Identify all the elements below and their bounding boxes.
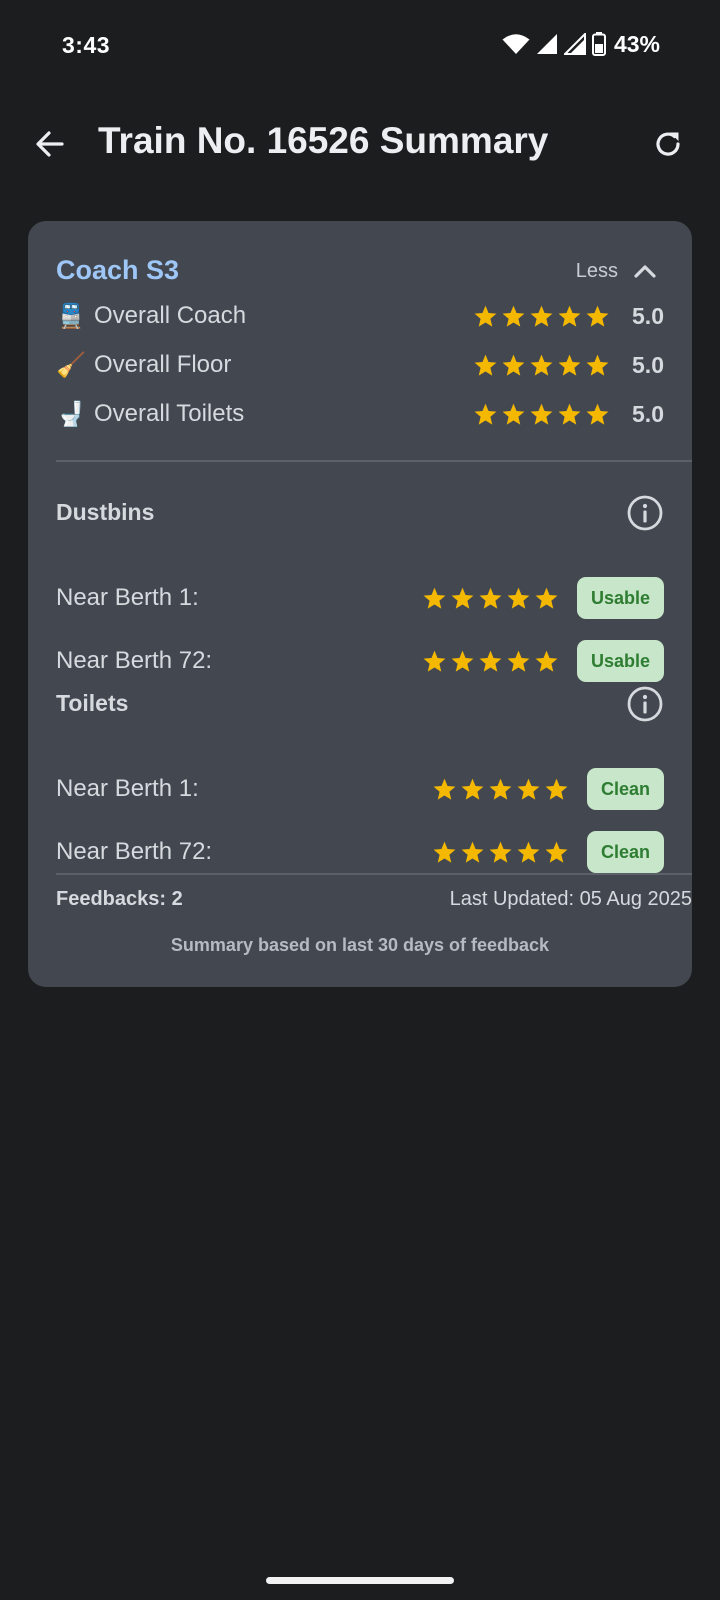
star-icon	[545, 778, 568, 800]
footer-divider	[56, 873, 692, 875]
toilets-title: Toilets	[56, 690, 129, 716]
footer-row: Feedbacks: 2 Last Updated: 05 Aug 2025	[56, 888, 692, 911]
star-rating	[432, 840, 569, 865]
status-icons: 43%	[502, 30, 660, 58]
star-rating	[473, 402, 610, 427]
broom-icon: 🧹	[56, 351, 86, 379]
berth-label: Near Berth 1:	[56, 775, 199, 802]
chevron-up-icon	[634, 265, 656, 278]
toilet-row: Near Berth 72: Clean	[56, 830, 692, 874]
star-rating	[473, 353, 610, 378]
refresh-icon	[656, 132, 680, 156]
overall-floor-row: 🧹 Overall Floor 5.0	[56, 347, 692, 383]
overall-label: Overall Toilets	[94, 400, 245, 427]
star-icon	[433, 778, 456, 800]
status-badge: Clean	[586, 831, 664, 873]
battery-percent: 43%	[613, 30, 660, 57]
star-icon	[474, 305, 497, 327]
star-icon	[474, 354, 497, 376]
signal-icon	[536, 34, 557, 54]
coach-title: Coach S3	[56, 255, 180, 285]
star-icon	[502, 305, 525, 327]
coach-summary-card: Coach S3 Less 🚆 Overall Coach 5.0 🧹 Over…	[28, 221, 692, 987]
dustbins-title: Dustbins	[56, 499, 155, 525]
star-icon	[474, 403, 497, 425]
signal-icon	[563, 33, 586, 55]
star-rating	[473, 304, 610, 329]
star-icon	[479, 587, 502, 609]
star-icon	[530, 305, 553, 327]
summary-note: Summary based on last 30 days of feedbac…	[170, 935, 550, 955]
star-rating	[432, 777, 569, 802]
refresh-button[interactable]	[646, 122, 690, 166]
app-bar: Train No. 16526 Summary	[0, 100, 720, 190]
toilet-icon: 🚽	[56, 400, 86, 428]
dustbin-row: Near Berth 1: Usable	[56, 576, 692, 620]
dustbin-row: Near Berth 72: Usable	[56, 639, 692, 683]
star-icon	[433, 841, 456, 863]
overall-toilets-row: 🚽 Overall Toilets 5.0	[56, 396, 692, 432]
toilet-row: Near Berth 1: Clean	[56, 767, 692, 811]
star-icon	[451, 587, 474, 609]
star-icon	[530, 354, 553, 376]
wifi-icon	[502, 34, 530, 54]
info-icon[interactable]	[626, 685, 664, 723]
star-icon	[558, 403, 581, 425]
rating-value: 5.0	[632, 351, 664, 378]
star-icon	[489, 841, 512, 863]
train-icon: 🚆	[56, 302, 86, 330]
star-rating	[422, 649, 559, 674]
status-badge: Usable	[576, 577, 664, 619]
last-updated: Last Updated: 05 Aug 2025	[449, 888, 692, 910]
star-icon	[423, 650, 446, 672]
berth-label: Near Berth 72:	[56, 838, 213, 865]
star-icon	[535, 650, 558, 672]
star-icon	[558, 305, 581, 327]
star-icon	[530, 403, 553, 425]
divider	[56, 460, 692, 462]
battery-icon	[591, 32, 606, 56]
star-icon	[517, 841, 540, 863]
star-icon	[451, 650, 474, 672]
star-icon	[507, 587, 530, 609]
status-badge: Usable	[576, 640, 664, 682]
star-icon	[502, 403, 525, 425]
star-icon	[423, 587, 446, 609]
star-icon	[479, 650, 502, 672]
back-button[interactable]	[28, 122, 72, 166]
star-icon	[489, 778, 512, 800]
star-icon	[558, 354, 581, 376]
rating-value: 5.0	[632, 302, 664, 329]
star-icon	[545, 841, 568, 863]
star-rating	[422, 586, 559, 611]
star-icon	[517, 778, 540, 800]
star-icon	[502, 354, 525, 376]
arrow-left-icon	[36, 131, 64, 157]
overall-label: Overall Floor	[94, 351, 232, 378]
star-icon	[586, 403, 609, 425]
star-icon	[586, 354, 609, 376]
status-badge: Clean	[586, 768, 664, 810]
star-icon	[507, 650, 530, 672]
berth-label: Near Berth 1:	[56, 584, 199, 611]
status-bar: 3:43 43%	[0, 0, 720, 90]
page-title: Train No. 16526 Summary	[98, 120, 549, 161]
star-icon	[586, 305, 609, 327]
berth-label: Near Berth 72:	[56, 647, 213, 674]
less-label: Less	[575, 259, 618, 282]
rating-value: 5.0	[632, 400, 664, 427]
feedback-count: Feedbacks: 2	[56, 888, 183, 910]
star-icon	[535, 587, 558, 609]
overall-coach-row: 🚆 Overall Coach 5.0	[56, 298, 692, 334]
star-icon	[461, 841, 484, 863]
less-toggle-button[interactable]: Less	[576, 255, 656, 287]
star-icon	[461, 778, 484, 800]
home-indicator[interactable]	[266, 1577, 454, 1584]
status-time: 3:43	[62, 32, 111, 58]
info-icon[interactable]	[626, 494, 664, 532]
overall-label: Overall Coach	[94, 302, 247, 329]
